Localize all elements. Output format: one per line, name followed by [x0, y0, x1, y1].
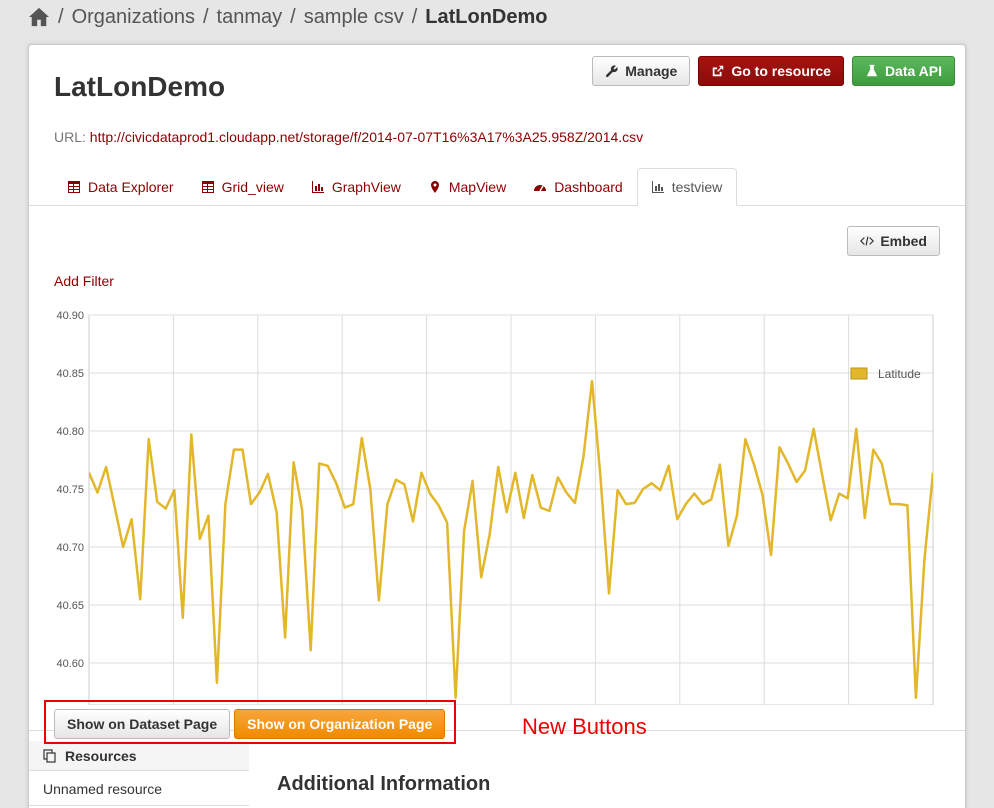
y-tick-label: 40.80	[56, 426, 84, 438]
tab-label: MapView	[448, 179, 507, 195]
breadcrumb-separator: /	[411, 5, 418, 28]
page-title: LatLonDemo	[54, 71, 226, 102]
home-icon[interactable]	[28, 7, 50, 27]
tab-data-explorer[interactable]: Data Explorer	[54, 168, 188, 206]
copy-icon	[43, 748, 56, 763]
new-buttons-group: Show on Dataset Page Show on Organizatio…	[54, 709, 446, 739]
y-tick-label: 40.70	[56, 542, 84, 554]
show-on-organization-page-button[interactable]: Show on Organization Page	[234, 709, 446, 739]
breadcrumb-separator: /	[202, 5, 209, 28]
resources-heading: Resources	[29, 741, 249, 771]
y-tick-label: 40.60	[56, 658, 84, 670]
manage-label: Manage	[625, 63, 678, 79]
breadcrumb-organizations[interactable]: Organizations	[72, 6, 195, 29]
additional-info-heading: Additional Information	[277, 773, 491, 795]
data-api-label: Data API	[884, 63, 942, 79]
flask-icon	[866, 64, 878, 77]
breadcrumb-separator: /	[290, 5, 296, 28]
bar-chart-icon	[651, 181, 664, 193]
go-to-resource-button[interactable]: Go to resource	[698, 56, 844, 86]
table-icon	[201, 181, 214, 193]
action-buttons: Manage Go to resource Data API	[592, 56, 955, 86]
tab-label: Dashboard	[554, 179, 623, 195]
tab-graph-view[interactable]: GraphView	[298, 168, 415, 206]
breadcrumb-separator: /	[58, 5, 64, 28]
legend-label: Latitude	[878, 367, 921, 381]
table-icon	[68, 181, 80, 193]
legend-swatch	[850, 367, 868, 380]
breadcrumb-current: LatLonDemo	[425, 5, 548, 28]
embed-button[interactable]: Embed	[847, 226, 940, 256]
y-tick-label: 40.85	[56, 368, 84, 380]
tab-label: testview	[671, 179, 723, 195]
add-filter-link[interactable]: Add Filter	[54, 273, 114, 289]
y-tick-label: 40.75	[56, 484, 84, 496]
tab-map-view[interactable]: MapView	[415, 168, 520, 206]
tab-label: GraphView	[331, 179, 401, 195]
url-label: URL:	[54, 129, 86, 145]
tab-grid-view[interactable]: Grid_view	[188, 168, 298, 206]
go-to-resource-label: Go to resource	[731, 63, 831, 79]
breadcrumb-organization[interactable]: tanmay	[217, 6, 283, 29]
wrench-icon	[606, 65, 618, 78]
manage-button[interactable]: Manage	[592, 56, 691, 86]
chart-svg: 40.90 40.85 40.80 40.75 40.70 40.65 40.60 Latit…	[56, 310, 934, 705]
data-api-button[interactable]: Data API	[851, 56, 955, 86]
resource-url: URL: http://civicdataprod1.cloudapp.net/…	[54, 129, 643, 145]
url-link[interactable]: http://civicdataprod1.cloudapp.net/stora…	[90, 129, 643, 145]
resources-heading-label: Resources	[65, 747, 137, 764]
line-chart: 40.90 40.85 40.80 40.75 40.70 40.65 40.60 Latit…	[29, 303, 967, 705]
sidebar-item-resource[interactable]: Unnamed resource	[29, 772, 249, 806]
breadcrumb: / Organizations / tanmay / sample csv / …	[28, 4, 548, 30]
breadcrumb-dataset[interactable]: sample csv	[304, 6, 404, 29]
show-on-dataset-page-button[interactable]: Show on Dataset Page	[54, 709, 231, 739]
map-marker-icon	[430, 181, 439, 193]
embed-label: Embed	[880, 233, 927, 249]
external-link-icon	[713, 65, 724, 77]
dashboard-icon	[534, 185, 547, 192]
tab-dashboard[interactable]: Dashboard	[520, 168, 637, 206]
new-buttons-annotation: New Buttons	[522, 714, 647, 739]
resource-card: Manage Go to resource Data API LatLonDem…	[28, 44, 966, 808]
y-tick-label: 40.90	[56, 310, 84, 322]
view-tabs: Data Explorer Grid_view GraphView MapVie…	[54, 168, 738, 206]
y-tick-label: 40.65	[56, 600, 84, 612]
tab-label: Grid_view	[221, 179, 284, 195]
bar-chart-icon	[311, 181, 324, 193]
tab-label: Data Explorer	[88, 179, 174, 195]
tab-testview[interactable]: testview	[636, 168, 738, 206]
code-icon	[860, 236, 875, 246]
